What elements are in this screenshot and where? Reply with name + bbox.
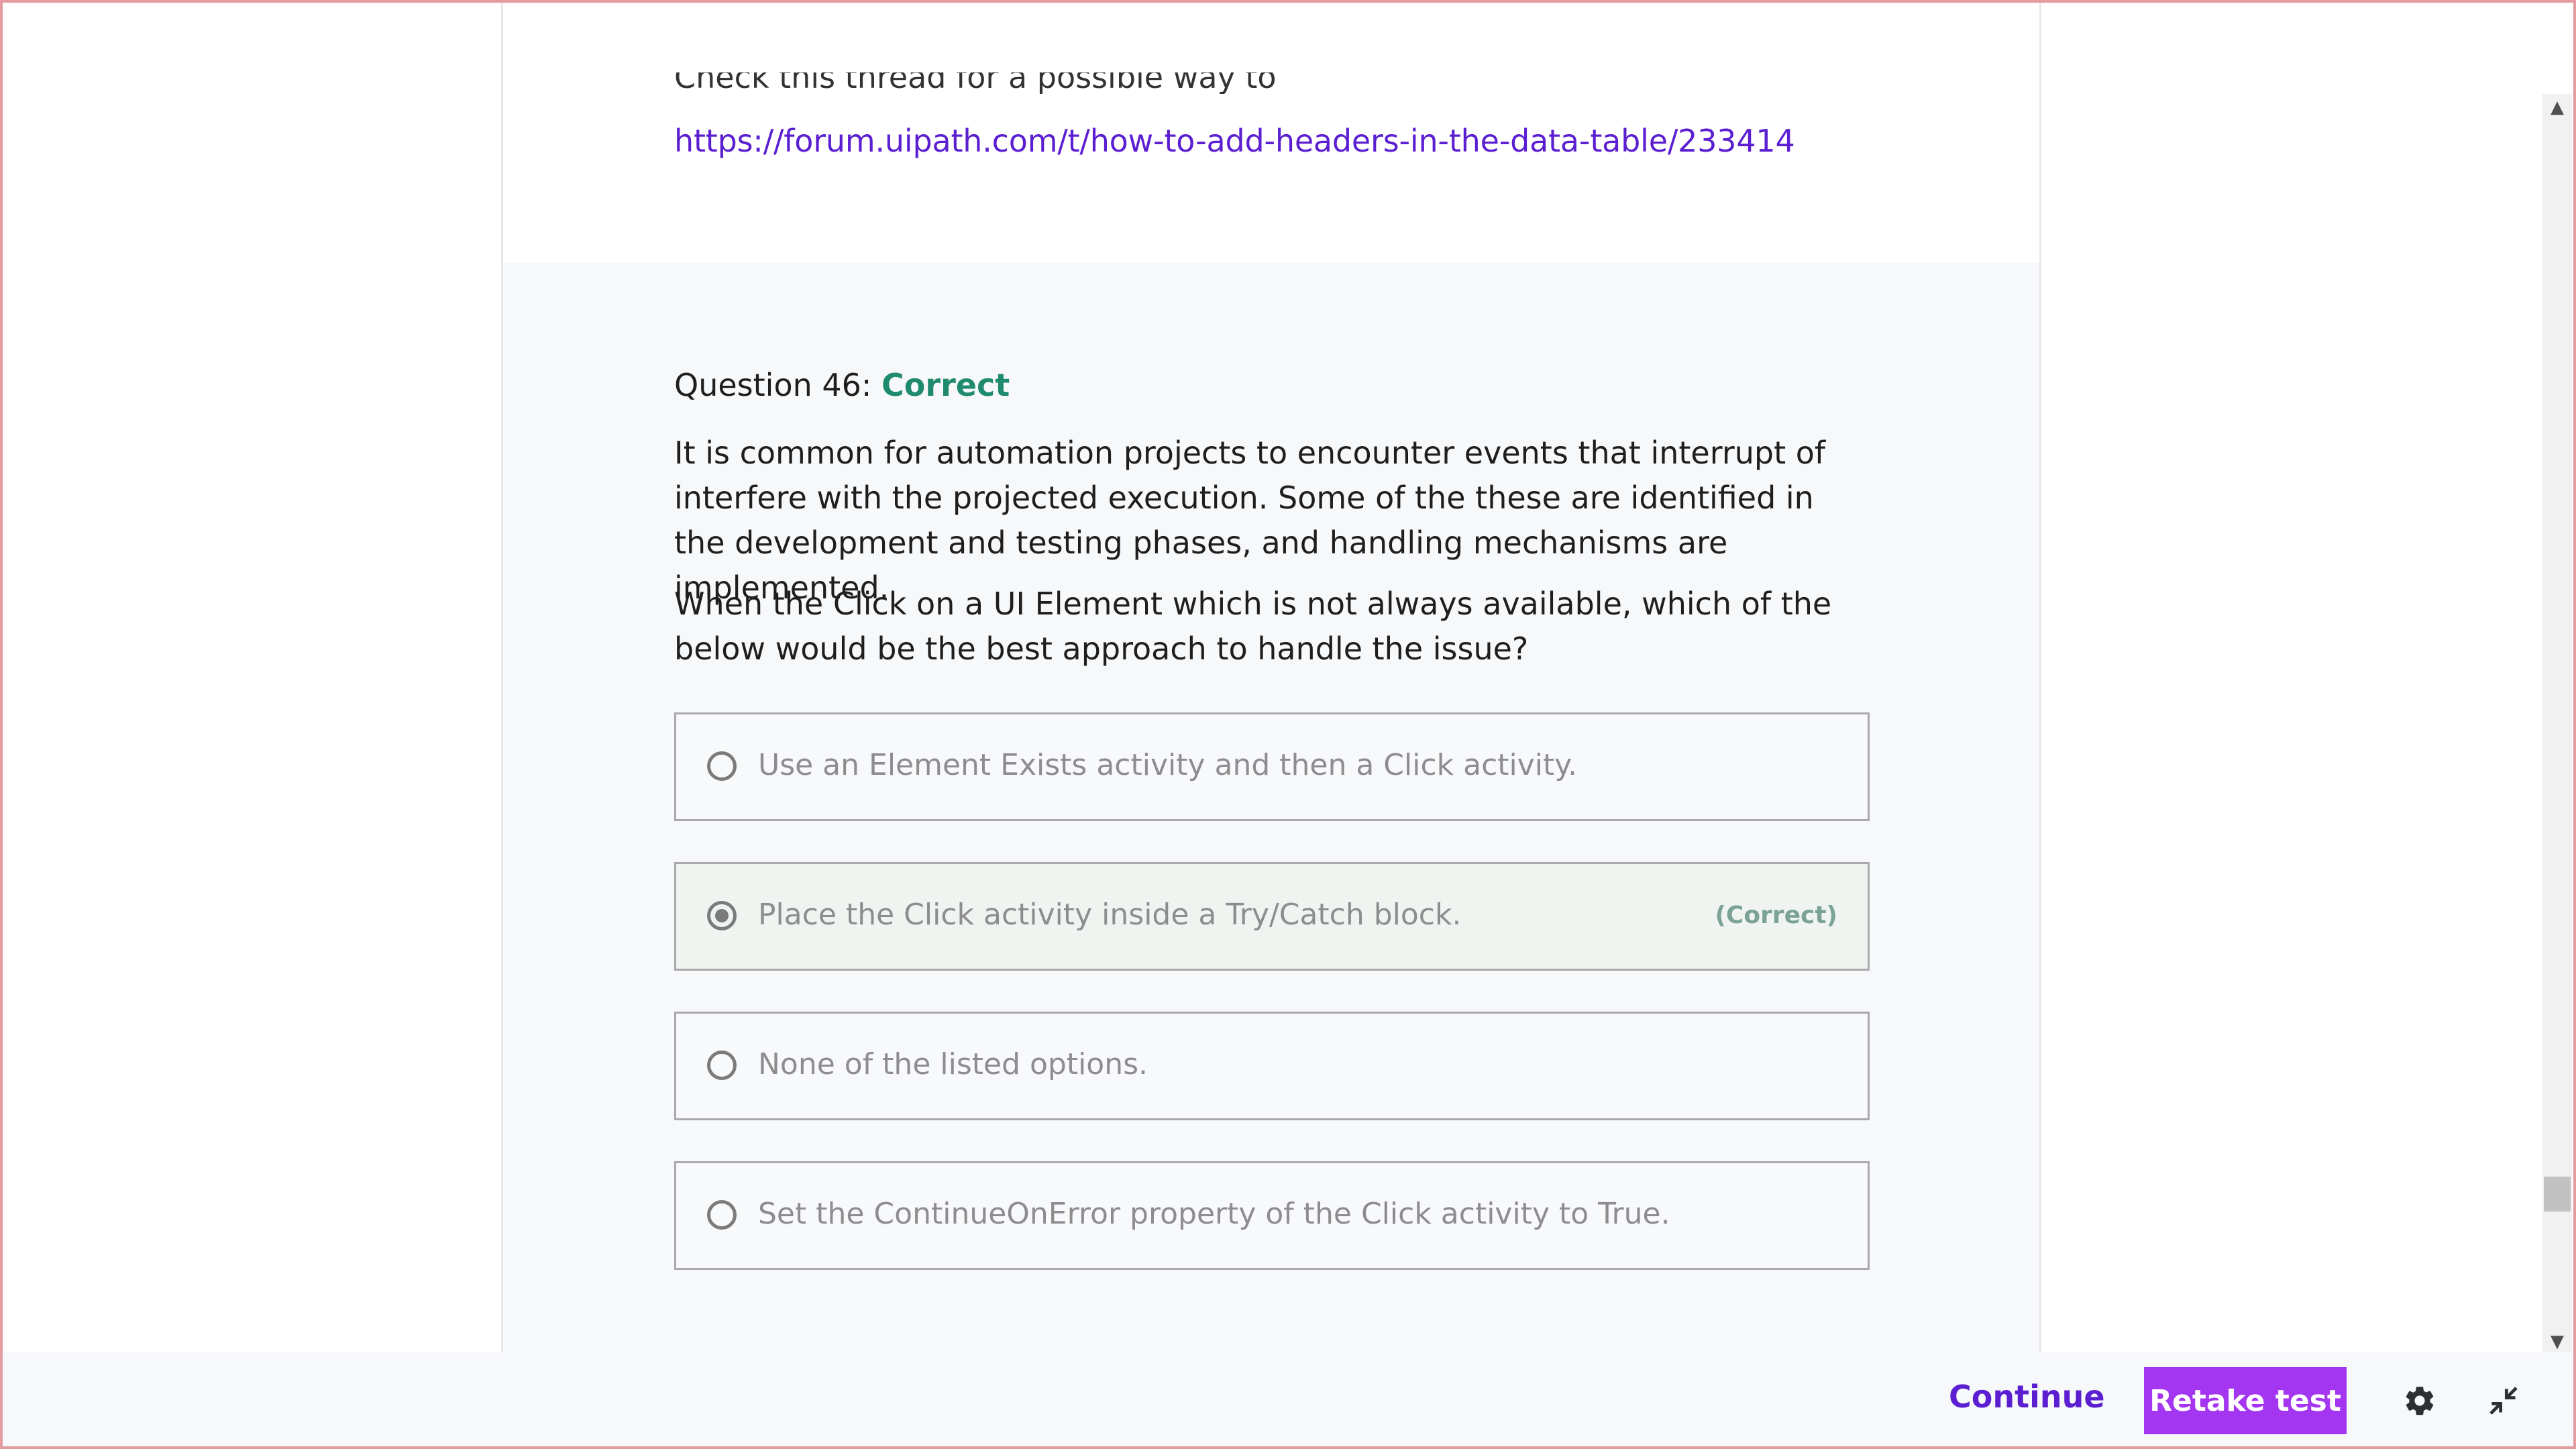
collapse-arrows-icon[interactable]	[2482, 1379, 2525, 1422]
radio-button[interactable]	[707, 1200, 737, 1230]
answer-option-2[interactable]: Place the Click activity inside a Try/Ca…	[674, 862, 1870, 971]
truncated-explanation: Check this thread for a possible way to …	[674, 72, 1278, 94]
previous-answer-section: Check this thread for a possible way to …	[503, 0, 2039, 263]
question-paragraph-2: When the Click on a UI Element which is …	[674, 586, 1832, 667]
gear-icon[interactable]	[2398, 1379, 2441, 1422]
collapse-arrows-icon-svg	[2489, 1387, 2518, 1415]
vertical-scrollbar[interactable]: ▲ ▼	[2542, 94, 2572, 1355]
triangle-down-icon[interactable]: ▼	[2542, 1328, 2572, 1355]
answer-option-4[interactable]: Set the ContinueOnError property of the …	[674, 1161, 1870, 1270]
answer-option-label: Use an Element Exists activity and then …	[758, 748, 1578, 782]
radio-button[interactable]	[707, 1051, 737, 1080]
correct-tag: (Correct)	[1715, 902, 1837, 929]
gear-icon-svg	[2406, 1387, 2434, 1415]
truncated-explanation-text: Check this thread for a possible way to …	[674, 72, 1278, 94]
bottom-action-bar: Continue Retake test	[0, 1352, 2576, 1449]
question-status: Correct	[881, 367, 1010, 403]
answer-option-1[interactable]: Use an Element Exists activity and then …	[674, 712, 1870, 821]
continue-button[interactable]: Continue	[1935, 1363, 2118, 1430]
answer-option-label: Place the Click activity inside a Try/Ca…	[758, 898, 1462, 932]
question-header: Question 46: Correct	[674, 367, 1010, 403]
main-scroll-area[interactable]: Check this thread for a possible way to …	[0, 0, 2542, 1352]
answer-option-label: None of the listed options.	[758, 1047, 1148, 1081]
scrollbar-thumb[interactable]	[2544, 1177, 2571, 1212]
retake-test-button[interactable]: Retake test	[2144, 1367, 2347, 1434]
answer-option-3[interactable]: None of the listed options.	[674, 1012, 1870, 1120]
content-column: Check this thread for a possible way to …	[501, 0, 2041, 1352]
radio-button-selected[interactable]	[707, 901, 737, 930]
question-number: Question 46:	[674, 367, 872, 403]
radio-button[interactable]	[707, 751, 737, 781]
answer-option-label: Set the ContinueOnError property of the …	[758, 1197, 1670, 1231]
question-section: Question 46: Correct It is common for au…	[503, 263, 2039, 1352]
forum-link[interactable]: https://forum.uipath.com/t/how-to-add-he…	[674, 123, 1795, 159]
triangle-up-icon[interactable]: ▲	[2542, 94, 2572, 121]
